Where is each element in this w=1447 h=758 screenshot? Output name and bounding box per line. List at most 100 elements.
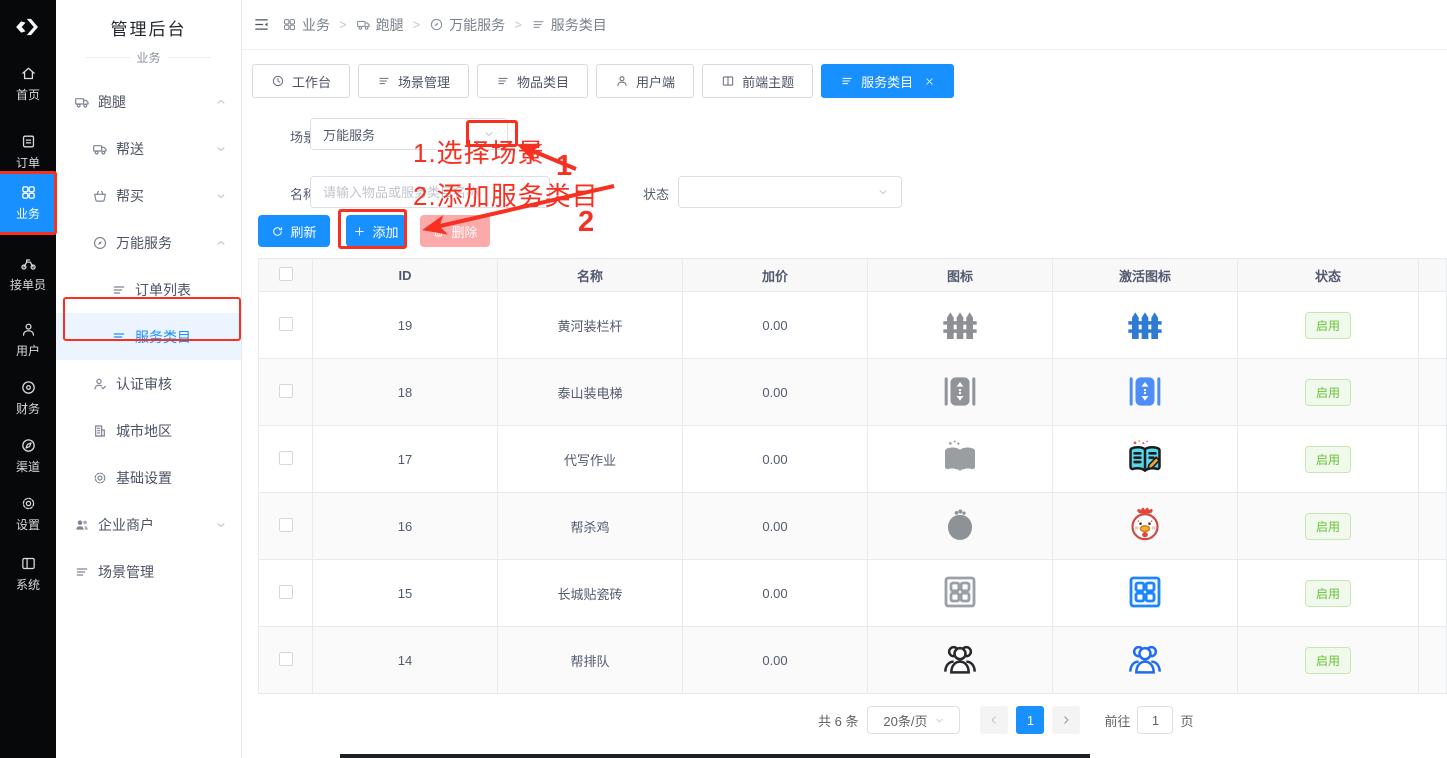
row-checkbox[interactable] [279, 518, 293, 532]
goto-page-input[interactable] [1137, 706, 1173, 734]
row-checkbox[interactable] [279, 585, 293, 599]
sidebar-item-场景管理[interactable]: 场景管理 [56, 548, 241, 595]
dark-sidebar: 首页 订单 业务 接单员 用户 财务 渠道 设置 系统 [0, 0, 56, 758]
sidebar-item-订单列表[interactable]: 订单列表 [56, 266, 241, 313]
plus-icon [353, 225, 366, 238]
table-row: 18 泰山装电梯 0.00 启用 [259, 359, 1447, 426]
cell-price: 0.00 [683, 292, 868, 359]
list-icon [840, 74, 854, 88]
user-icon [615, 74, 629, 88]
compass-icon [429, 17, 444, 32]
add-button[interactable]: 添加 [346, 215, 406, 247]
cell-id: 19 [313, 292, 498, 359]
elevator-icon [940, 371, 980, 411]
chevron-left-icon [988, 714, 1000, 726]
chevron-up-icon [215, 237, 227, 249]
booktab-icon [721, 74, 735, 88]
breadcrumb-separator: > [339, 17, 347, 32]
tab-场景管理[interactable]: 场景管理 [358, 64, 469, 98]
dark-sidebar-item-user[interactable]: 用户 [0, 314, 56, 364]
dark-sidebar-item-finance[interactable]: 财务 [0, 372, 56, 422]
admin-screen: 首页 订单 业务 接单员 用户 财务 渠道 设置 系统 管理后台 业务 跑腿 帮… [0, 0, 1447, 758]
chevron-down-icon [934, 715, 945, 726]
select-all-checkbox[interactable] [279, 267, 293, 281]
row-checkbox[interactable] [279, 652, 293, 666]
chicken-active-icon [1125, 505, 1165, 545]
sidebar-item-帮买[interactable]: 帮买 [56, 172, 241, 219]
cell-price: 0.00 [683, 627, 868, 694]
dark-sidebar-item-system[interactable]: 系统 [0, 548, 56, 598]
current-page-button[interactable]: 1 [1016, 706, 1044, 734]
users-icon [74, 517, 90, 533]
breadcrumb-业务[interactable]: 业务 [282, 15, 330, 35]
list-icon [74, 564, 90, 580]
breadcrumb-separator: > [514, 17, 522, 32]
table-row: 17 代写作业 0.00 启用 [259, 426, 1447, 493]
tab-用户端[interactable]: 用户端 [596, 64, 694, 98]
breadcrumb-跑腿[interactable]: 跑腿 [356, 15, 404, 35]
chevron-down-icon [215, 519, 227, 531]
tab-工作台[interactable]: 工作台 [252, 64, 350, 98]
page-size-select[interactable]: 20条/页 [867, 706, 960, 734]
chicken-icon [940, 505, 980, 545]
row-checkbox[interactable] [279, 451, 293, 465]
tiles-active-icon [1125, 572, 1165, 612]
breadcrumb-万能服务[interactable]: 万能服务 [429, 15, 505, 35]
sidebar-item-跑腿[interactable]: 跑腿 [56, 78, 241, 125]
next-page-button[interactable] [1052, 706, 1080, 734]
breadcrumb-服务类目[interactable]: 服务类目 [531, 15, 607, 35]
chevron-up-icon [215, 96, 227, 108]
sidebar-item-帮送[interactable]: 帮送 [56, 125, 241, 172]
row-checkbox[interactable] [279, 384, 293, 398]
tab-物品类目[interactable]: 物品类目 [477, 64, 588, 98]
building-icon [92, 423, 108, 439]
cell-id: 14 [313, 627, 498, 694]
refresh-button[interactable]: 刷新 [258, 215, 330, 247]
tab-服务类目[interactable]: 服务类目 [821, 64, 954, 98]
annotation-number-2: 2 [578, 208, 594, 237]
table-row: 16 帮杀鸡 0.00 启用 [259, 493, 1447, 560]
sidebar-item-万能服务[interactable]: 万能服务 [56, 219, 241, 266]
chevron-down-icon [215, 143, 227, 155]
row-checkbox[interactable] [279, 317, 293, 331]
collapse-sidebar-icon[interactable] [253, 16, 270, 33]
status-badge: 启用 [1305, 312, 1351, 339]
dark-sidebar-item-gear[interactable]: 设置 [0, 488, 56, 538]
dark-sidebar-item-channel[interactable]: 渠道 [0, 430, 56, 480]
status-badge: 启用 [1305, 580, 1351, 607]
table-row: 15 长城贴瓷砖 0.00 启用 [259, 560, 1447, 627]
sidebar-item-服务类目[interactable]: 服务类目 [56, 313, 241, 360]
status-select[interactable] [678, 176, 902, 208]
dark-sidebar-item-apps[interactable]: 业务 [0, 172, 56, 234]
tab-前端主题[interactable]: 前端主题 [702, 64, 813, 98]
truck-icon [74, 94, 90, 110]
apps-icon [20, 184, 37, 201]
app-title: 管理后台 [56, 15, 241, 40]
dark-sidebar-item-rider[interactable]: 接单员 [0, 248, 56, 298]
chevron-right-icon [1060, 714, 1072, 726]
dark-sidebar-item-home[interactable]: 首页 [0, 58, 56, 108]
list-icon [531, 17, 546, 32]
delete-button[interactable]: 删除 [420, 215, 490, 247]
sidebar-item-城市地区[interactable]: 城市地区 [56, 407, 241, 454]
apps-icon [282, 17, 297, 32]
sidebar-item-认证审核[interactable]: 认证审核 [56, 360, 241, 407]
column-header: ID [313, 259, 498, 292]
home-icon [20, 65, 37, 82]
list-icon [496, 74, 510, 88]
cell-id: 18 [313, 359, 498, 426]
cell-name: 长城贴瓷砖 [498, 560, 683, 627]
prev-page-button[interactable] [980, 706, 1008, 734]
cell-price: 0.00 [683, 493, 868, 560]
table-row: 19 黄河装栏杆 0.00 启用 [259, 292, 1447, 359]
basket-icon [92, 188, 108, 204]
dark-sidebar-item-order[interactable]: 订单 [0, 126, 56, 176]
sidebar-item-企业商户[interactable]: 企业商户 [56, 501, 241, 548]
sidebar-item-基础设置[interactable]: 基础设置 [56, 454, 241, 501]
close-tab-icon[interactable] [924, 76, 935, 87]
gear-icon [92, 470, 108, 486]
column-header: 状态 [1238, 259, 1419, 292]
breadcrumb-bar: 业务 > 跑腿 > 万能服务 > 服务类目 [242, 0, 1447, 50]
window-bottom-edge [340, 754, 1090, 758]
service-category-table: ID名称加价图标激活图标状态 19 黄河装栏杆 0.00 启用 18 泰山装电梯… [258, 258, 1447, 694]
